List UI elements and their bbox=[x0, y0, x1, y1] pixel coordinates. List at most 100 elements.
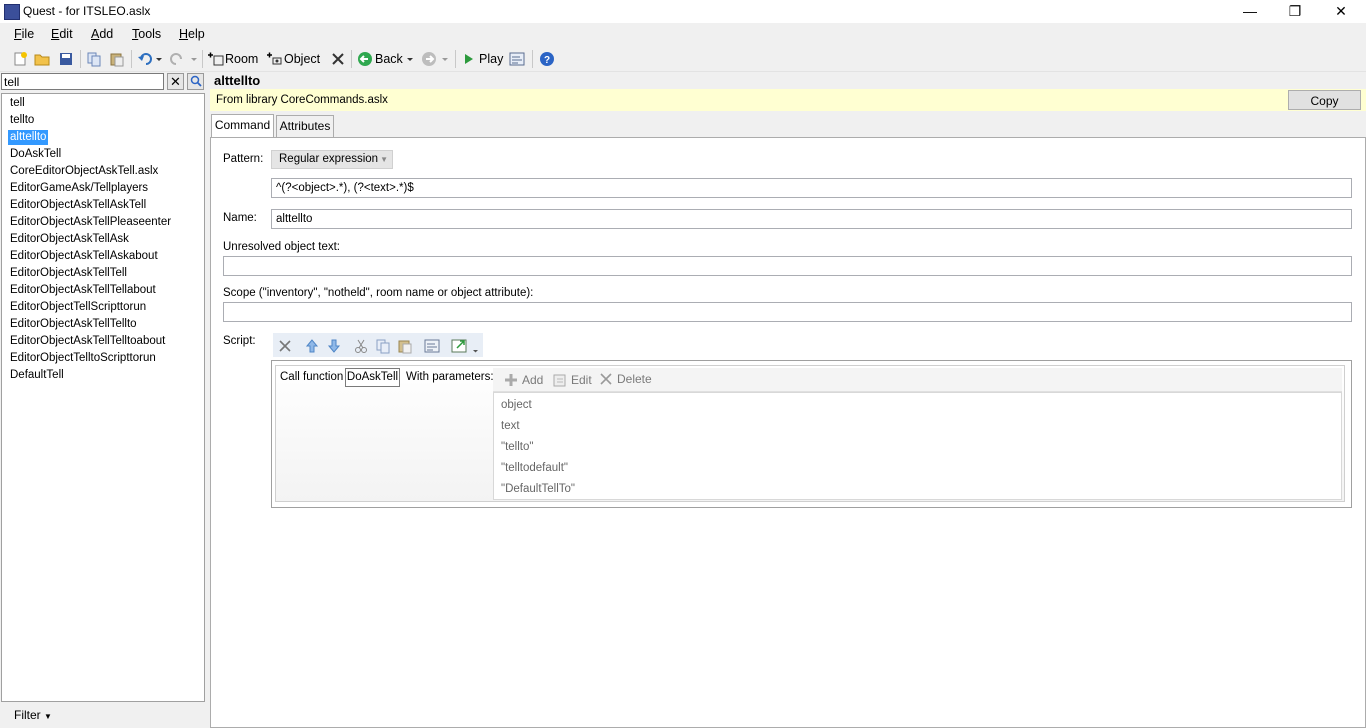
tab-attributes[interactable]: Attributes bbox=[276, 115, 334, 137]
add-parameter-button[interactable]: Add bbox=[503, 372, 543, 388]
undo-icon[interactable] bbox=[137, 50, 163, 68]
tree-item[interactable]: EditorObjectAskTellTell bbox=[8, 266, 129, 281]
pattern-label: Pattern: bbox=[223, 153, 264, 165]
library-text: From library CoreCommands.aslx bbox=[216, 94, 388, 106]
code-view-icon[interactable] bbox=[424, 338, 440, 357]
tree-item[interactable]: CoreEditorObjectAskTell.aslx bbox=[8, 164, 160, 179]
toolbar-separator bbox=[532, 50, 533, 68]
save-icon[interactable] bbox=[58, 50, 74, 68]
copy-button[interactable]: Copy bbox=[1288, 90, 1361, 110]
menu-edit[interactable]: Edit bbox=[51, 27, 73, 41]
list-item[interactable]: "telltodefault" bbox=[501, 462, 568, 474]
help-icon[interactable]: ? bbox=[539, 50, 555, 68]
search-input[interactable]: tell bbox=[1, 73, 164, 90]
new-file-icon[interactable] bbox=[12, 50, 28, 68]
filter-button[interactable]: Filter ▼ bbox=[14, 708, 52, 722]
paste-icon[interactable] bbox=[109, 50, 125, 68]
tree-item[interactable]: EditorObjectAskTellAskTell bbox=[8, 198, 148, 213]
menu-tools[interactable]: Tools bbox=[132, 27, 161, 41]
tree-item[interactable]: DefaultTell bbox=[8, 368, 66, 383]
pattern-type-select[interactable]: Regular expression ▼ bbox=[271, 150, 393, 169]
edit-parameter-button[interactable]: Edit bbox=[552, 372, 592, 388]
toolbar-separator bbox=[455, 50, 456, 68]
forward-arrow-icon bbox=[422, 52, 448, 66]
list-item[interactable]: text bbox=[501, 420, 520, 432]
minimize-button[interactable]: — bbox=[1227, 0, 1273, 23]
window-title: Quest - for ITSLEO.aslx bbox=[23, 4, 151, 18]
tree-item[interactable]: EditorObjectAskTellTelltoabout bbox=[8, 334, 167, 349]
tree-item[interactable]: EditorObjectAskTellTellabout bbox=[8, 283, 158, 298]
copy-icon[interactable] bbox=[86, 50, 102, 68]
delete-icon[interactable] bbox=[277, 338, 293, 357]
forward-button[interactable] bbox=[420, 50, 452, 68]
delete-parameter-button[interactable]: Delete bbox=[599, 372, 652, 386]
play-button[interactable]: Play bbox=[461, 50, 503, 68]
cut-icon[interactable] bbox=[353, 338, 369, 357]
name-field[interactable]: alttellto bbox=[271, 209, 1352, 229]
tree-item[interactable]: EditorObjectTelltoScripttorun bbox=[8, 351, 158, 366]
filter-label: Filter bbox=[14, 708, 41, 722]
search-icon[interactable] bbox=[187, 73, 204, 90]
open-folder-icon[interactable] bbox=[34, 50, 50, 68]
list-item[interactable]: "DefaultTellTo" bbox=[501, 483, 575, 495]
scope-field[interactable] bbox=[223, 302, 1352, 322]
unresolved-field[interactable] bbox=[223, 256, 1352, 276]
edit-label: Edit bbox=[571, 373, 592, 387]
function-name-field[interactable]: DoAskTell bbox=[345, 368, 400, 387]
tree-item[interactable]: EditorObjectTellScripttorun bbox=[8, 300, 148, 315]
tree-item-selected[interactable]: alttellto bbox=[8, 130, 49, 145]
call-function-label: Call function bbox=[280, 371, 344, 383]
list-item[interactable]: object bbox=[501, 399, 532, 411]
element-tree[interactable]: tell tellto alttellto DoAskTell CoreEdit… bbox=[1, 93, 205, 702]
menu-file[interactable]: File bbox=[14, 27, 34, 41]
tree-item[interactable]: EditorObjectAskTellAskabout bbox=[8, 249, 160, 264]
clear-search-icon[interactable]: ✕ bbox=[167, 73, 184, 90]
plus-icon bbox=[505, 374, 517, 386]
chevron-down-icon: ▼ bbox=[44, 712, 52, 721]
menu-help[interactable]: Help bbox=[179, 27, 205, 41]
app-icon bbox=[4, 4, 20, 20]
parameters-list[interactable]: object text "tellto" "telltodefault" "De… bbox=[493, 392, 1342, 500]
tab-command[interactable]: Command bbox=[211, 114, 274, 137]
tree-item[interactable]: EditorObjectAskTellPleaseenter bbox=[8, 215, 173, 230]
close-button[interactable]: ✕ bbox=[1318, 0, 1364, 23]
delete-label: Delete bbox=[617, 372, 652, 386]
title-bar bbox=[0, 0, 1366, 23]
tree-item[interactable]: EditorObjectAskTellAsk bbox=[8, 232, 131, 247]
tree-item[interactable]: EditorGameAsk/Tellplayers bbox=[8, 181, 150, 196]
copy-icon[interactable] bbox=[375, 338, 391, 357]
back-arrow-icon bbox=[358, 52, 372, 66]
edit-icon bbox=[553, 374, 566, 387]
code-view-icon[interactable] bbox=[509, 50, 525, 68]
chevron-down-icon bbox=[406, 58, 413, 61]
tree-item[interactable]: EditorObjectAskTellTellto bbox=[8, 317, 139, 332]
pattern-field[interactable]: ^(?<object>.*), (?<text>.*)$ bbox=[271, 178, 1352, 198]
toolbar-separator bbox=[80, 50, 81, 68]
play-icon bbox=[465, 54, 473, 64]
move-up-icon[interactable] bbox=[304, 338, 320, 357]
tree-item[interactable]: tellto bbox=[8, 113, 36, 128]
delete-icon[interactable] bbox=[330, 50, 346, 68]
add-label: Add bbox=[522, 373, 544, 387]
name-label: Name: bbox=[223, 212, 257, 224]
move-down-icon[interactable] bbox=[326, 338, 342, 357]
toolbar-separator bbox=[131, 50, 132, 68]
list-item[interactable]: "tellto" bbox=[501, 441, 533, 453]
back-button[interactable]: Back bbox=[357, 50, 417, 68]
room-label: Room bbox=[225, 52, 259, 66]
panel-splitter[interactable] bbox=[206, 73, 209, 728]
tree-item[interactable]: tell bbox=[8, 96, 27, 111]
add-object-button[interactable]: Object bbox=[266, 50, 320, 68]
popout-icon[interactable] bbox=[451, 338, 479, 359]
add-room-button[interactable]: Room bbox=[207, 50, 258, 68]
toolbar-separator bbox=[351, 50, 352, 68]
svg-text:?: ? bbox=[544, 55, 550, 66]
play-label: Play bbox=[479, 52, 504, 66]
menu-add[interactable]: Add bbox=[91, 27, 113, 41]
tree-item[interactable]: DoAskTell bbox=[8, 147, 63, 162]
scope-label: Scope ("inventory", "notheld", room name… bbox=[223, 287, 534, 299]
paste-icon[interactable] bbox=[397, 338, 413, 357]
restore-button[interactable]: ❐ bbox=[1272, 0, 1318, 23]
redo-icon[interactable] bbox=[169, 50, 199, 68]
toolbar bbox=[0, 46, 1366, 72]
